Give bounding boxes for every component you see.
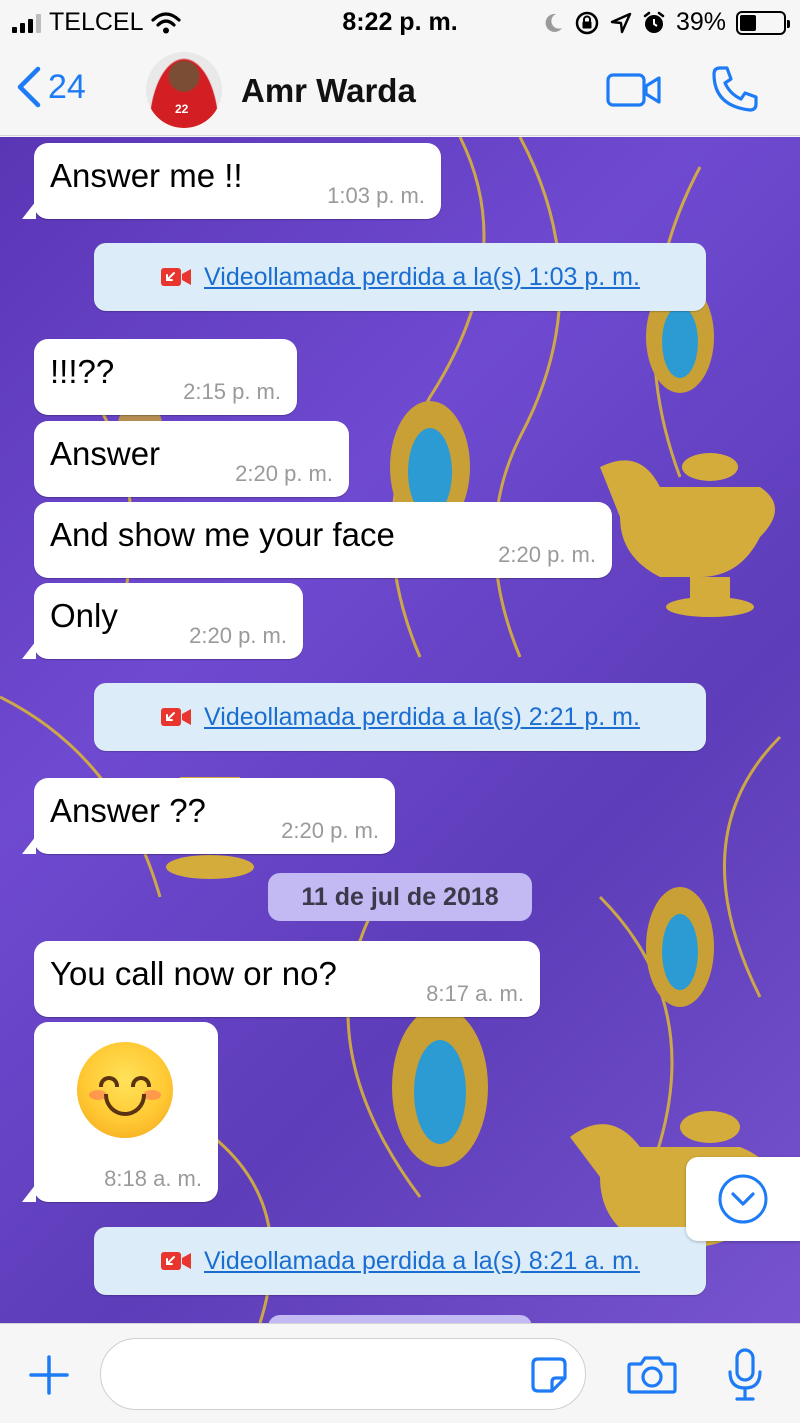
scroll-to-bottom-button[interactable] <box>686 1157 800 1241</box>
missed-call-notice[interactable]: Videollamada perdida a la(s) 1:03 p. m. <box>94 243 706 311</box>
message-bubble[interactable]: Answer ?? 2:20 p. m. <box>22 778 395 854</box>
moon-icon <box>545 13 562 32</box>
plus-icon[interactable] <box>28 1354 70 1396</box>
message-text: !!!?? <box>50 353 115 390</box>
location-icon <box>610 12 632 33</box>
rotation-lock-icon <box>575 11 599 34</box>
partially-hidden-date-separator <box>268 1315 532 1323</box>
message-bubble[interactable]: !!!?? 2:15 p. m. <box>34 339 297 415</box>
date-separator: 11 de jul de 2018 <box>268 873 532 921</box>
chat-view[interactable]: Answer me !! 1:03 p. m. Videollamada per… <box>0 137 800 1323</box>
missed-call-link[interactable]: Videollamada perdida a la(s) 1:03 p. m. <box>204 263 640 292</box>
composer-bar <box>0 1323 800 1423</box>
message-bubble[interactable]: Only 2:20 p. m. <box>22 583 303 659</box>
missed-call-link[interactable]: Videollamada perdida a la(s) 8:21 a. m. <box>204 1247 640 1276</box>
message-bubble[interactable]: Answer 2:20 p. m. <box>34 421 349 497</box>
battery-icon <box>736 10 790 35</box>
message-time: 2:15 p. m. <box>183 379 281 404</box>
emoji-message-bubble[interactable]: 8:18 a. m. <box>22 1022 218 1202</box>
battery-percent: 39% <box>675 8 726 36</box>
sticker-icon[interactable] <box>530 1356 568 1394</box>
missed-video-call-icon <box>161 268 192 286</box>
microphone-icon[interactable] <box>727 1348 763 1402</box>
message-time: 8:18 a. m. <box>104 1166 202 1191</box>
message-time: 8:17 a. m. <box>426 981 524 1006</box>
alarm-icon <box>643 11 665 33</box>
avatar[interactable]: 22 <box>146 52 222 128</box>
message-bubble[interactable]: And show me your face 2:20 p. m. <box>34 502 612 578</box>
message-time: 2:20 p. m. <box>235 461 333 486</box>
message-text: Answer me !! <box>50 157 243 194</box>
message-time: 1:03 p. m. <box>327 183 425 208</box>
chevron-down-icon <box>718 1174 768 1224</box>
missed-video-call-icon <box>161 1252 192 1270</box>
missed-call-notice[interactable]: Videollamada perdida a la(s) 8:21 a. m. <box>94 1227 706 1295</box>
chat-header: 24 22 Amr Warda <box>0 46 800 136</box>
message-time: 2:20 p. m. <box>498 542 596 567</box>
message-bubble[interactable]: Answer me !! 1:03 p. m. <box>22 143 441 219</box>
back-button[interactable]: 24 <box>16 66 86 108</box>
camera-icon[interactable] <box>627 1354 677 1394</box>
back-chevron-icon <box>17 66 41 108</box>
missed-call-notice[interactable]: Videollamada perdida a la(s) 2:21 p. m. <box>94 683 706 751</box>
message-time: 2:20 p. m. <box>189 623 287 648</box>
video-call-icon[interactable] <box>606 72 662 108</box>
missed-video-call-icon <box>161 708 192 726</box>
smiling-face-icon <box>77 1042 173 1138</box>
message-input[interactable] <box>100 1338 586 1410</box>
message-text: Only <box>50 597 118 634</box>
message-bubble[interactable]: You call now or no? 8:17 a. m. <box>34 941 540 1017</box>
message-text: You call now or no? <box>50 955 337 992</box>
phone-call-icon[interactable] <box>710 64 760 114</box>
contact-name[interactable]: Amr Warda <box>241 72 416 110</box>
missed-call-link[interactable]: Videollamada perdida a la(s) 2:21 p. m. <box>204 703 640 732</box>
unread-chats-count: 24 <box>48 67 86 106</box>
status-bar: TELCEL 8:22 p. m. 39% <box>0 0 800 46</box>
message-text: Answer ?? <box>50 792 206 829</box>
message-text: Answer <box>50 435 161 472</box>
avatar-jersey-number: 22 <box>175 102 189 116</box>
message-text: And show me your face <box>50 516 395 553</box>
message-time: 2:20 p. m. <box>281 818 379 843</box>
